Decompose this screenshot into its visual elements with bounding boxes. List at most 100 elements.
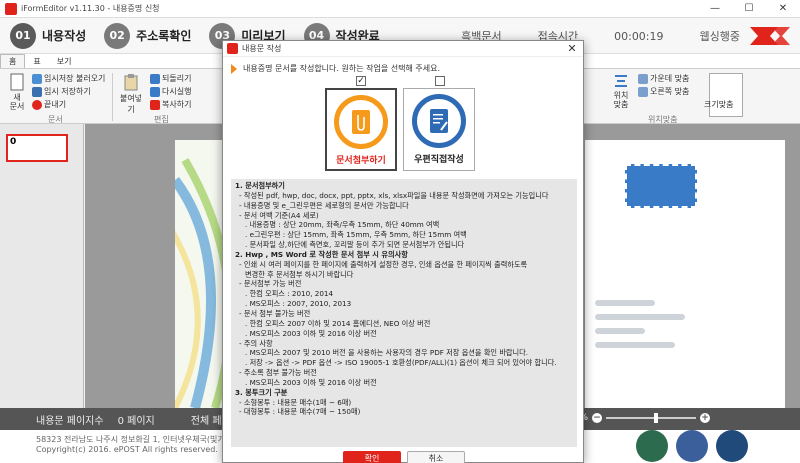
dialog-prompt: 내용증명 문서를 작성합니다. 원하는 작업을 선택해 주세요. [231, 63, 440, 74]
instruction-line: - 내용증명 및 e_그린우편은 세로형의 문서만 가능합니다 [239, 200, 409, 210]
window-controls: — ☐ ✕ [698, 0, 800, 18]
folder-icon [32, 73, 42, 84]
instruction-line: - 인쇄 시 여러 페이지를 한 페이지에 출력하게 설정한 경우, 인쇄 옵션… [239, 259, 528, 269]
tab-table[interactable]: 표 [25, 55, 48, 68]
zoom-out-icon[interactable]: − [592, 413, 602, 423]
new-document-icon [10, 73, 24, 91]
align-right-button[interactable]: 오른쪽 맞춤 [638, 86, 689, 97]
window-title: iFormEditor v1.11.30 - 내용증명 신청 [21, 4, 160, 13]
direct-write-checkbox[interactable] [435, 76, 445, 86]
instruction-line: - 주의 사항 [239, 338, 273, 348]
thumbnail-pane: 0 [0, 124, 84, 408]
instruction-line: . 한컴 오피스 : 2010, 2014 [245, 289, 334, 299]
cancel-button[interactable]: 취소 [407, 451, 465, 463]
align-icon [615, 75, 627, 87]
redo-button[interactable]: 다시실행 [150, 86, 191, 97]
align-label: 위치 맞춤 [613, 91, 629, 109]
instruction-line: 변경한 후 문서첨부 하시기 바랍니다 [245, 269, 354, 279]
save-temp-label: 임시 저장하기 [44, 87, 91, 96]
undo-button[interactable]: 되돌리기 [150, 73, 191, 84]
instruction-line: . MS오피스 2003 이하 및 2016 이상 버전 [245, 377, 377, 387]
copy-icon [150, 99, 160, 110]
instruction-line: . 문서파일 상,하단에 측면호, 꼬리말 등이 추가 되면 문서첨부가 안됩니… [245, 240, 465, 250]
ok-button[interactable]: 확인 [343, 451, 401, 463]
pen-document-icon [430, 109, 448, 133]
attach-checkbox[interactable]: ✓ [356, 76, 366, 86]
exit-icon [32, 99, 42, 110]
minimize-button[interactable]: — [698, 0, 732, 18]
instruction-line: - 소형봉투 : 내용문 매수(1매 ~ 6매) [239, 397, 352, 407]
session-timer: 00:00:19 [614, 29, 664, 43]
fit-size-label: 크기맞춤 [704, 100, 734, 109]
zoom-slider-thumb[interactable] [654, 413, 658, 423]
instruction-line: . 저장 -> 옵션 -> PDF 옵션 -> ISO 19005-1 호환성(… [245, 358, 557, 368]
zoom-control: 0% − + [574, 413, 710, 423]
fit-size-button[interactable] [709, 73, 743, 117]
instruction-line: - 대형봉투 : 내용문 매수(7매 ~ 150매) [239, 407, 361, 417]
instruction-line: . MS오피스 : 2007, 2010, 2013 [245, 299, 352, 309]
step-2[interactable]: 02 주소록확인 [104, 22, 191, 49]
zoom-in-icon[interactable]: + [700, 413, 710, 423]
direct-write-option[interactable]: 우편직접작성 [403, 88, 475, 171]
compose-dialog: 내용문 작성 ✕ 내용증명 문서를 작성합니다. 원하는 작업을 선택해 주세요… [222, 40, 584, 463]
footer-address: 58323 전라남도 나주시 정보화길 1, 인터넷우체국(빛가람동) [36, 435, 243, 444]
blurred-text [595, 328, 645, 334]
dialog-close-button[interactable]: ✕ [565, 42, 579, 56]
undo-icon [150, 73, 160, 84]
instruction-line: 1. 문서첨부하기 [235, 181, 285, 190]
instruction-line: 3. 봉투크기 구분 [235, 387, 288, 397]
save-icon [32, 86, 42, 97]
certification-badge-icon [716, 430, 748, 462]
instruction-line: - 작성된 pdf, hwp, doc, docx, ppt, pptx, xl… [239, 190, 549, 200]
window-titlebar: iFormEditor v1.11.30 - 내용증명 신청 — ☐ ✕ [0, 0, 800, 18]
align-center-button[interactable]: 가운데 맞춤 [638, 73, 689, 84]
copy-button[interactable]: 복사하기 [150, 99, 191, 110]
instruction-line: . MS오피스 2003 이하 및 2016 이상 버전 [245, 328, 377, 338]
maximize-button[interactable]: ☐ [732, 0, 766, 18]
load-temp-button[interactable]: 임시저장 불러오기 [32, 73, 105, 84]
instruction-line: - 문서첨부 가능 버전 [239, 279, 302, 289]
tab-view[interactable]: 보기 [49, 55, 80, 68]
close-button[interactable]: ✕ [766, 0, 800, 18]
paste-label: 붙여넣기 [119, 94, 143, 114]
attach-document-label: 문서첨부하기 [336, 156, 386, 166]
exit-label: 끝내기 [44, 100, 67, 109]
footer-copyright: Copyright(c) 2016. ePOST All rights rese… [36, 445, 218, 454]
exit-button[interactable]: 끝내기 [32, 99, 66, 110]
instruction-line: 2. Hwp , MS Word 로 작성한 문서 첨부 시 유의사항 [235, 249, 408, 259]
zoom-slider[interactable] [606, 413, 696, 423]
align-button[interactable]: 위치 맞춤 [610, 73, 632, 109]
instruction-line: . 한컴 오피스 2007 이하 및 2014 홈에디션, NEO 이상 버전 [245, 318, 431, 328]
blurred-text [595, 300, 655, 306]
paperclip-document-icon [352, 110, 370, 134]
page-count-value: 0 페이지 [117, 415, 155, 427]
undo-label: 되돌리기 [162, 74, 192, 83]
dialog-title: 내용문 작성 [242, 44, 282, 53]
instructions-panel: 1. 문서첨부하기 - 작성된 pdf, hwp, doc, docx, ppt,… [231, 179, 577, 447]
postage-stamp-icon [625, 164, 697, 208]
direct-write-icon [412, 94, 466, 148]
step-1[interactable]: 01 내용작성 [10, 22, 86, 49]
certification-badge-icon [636, 430, 668, 462]
instruction-line: . MS오피스 2007 및 2010 버전 을 사용하는 사용자의 경우 PD… [245, 348, 529, 358]
attach-document-icon [334, 95, 388, 149]
copy-label: 복사하기 [162, 100, 192, 109]
page-thumbnail[interactable]: 0 [6, 134, 68, 162]
direct-write-label: 우편직접작성 [414, 155, 464, 165]
app-logo-icon [5, 2, 17, 15]
new-document-button[interactable]: 새 문서 [6, 73, 28, 111]
new-document-label: 새 문서 [9, 93, 25, 111]
certification-badge-icon [676, 430, 708, 462]
instruction-line: - 문서 여백 기준(A4 세로) [239, 210, 319, 220]
paste-button[interactable]: 붙여넣기 [118, 73, 144, 115]
user-status: 웹싱행중 [699, 30, 740, 43]
attach-document-option[interactable]: 문서첨부하기 [325, 88, 397, 171]
align-right-label: 오른쪽 맞춤 [650, 87, 690, 96]
paste-icon [124, 74, 138, 91]
tab-home[interactable]: 홈 [0, 54, 26, 68]
align-right-icon [638, 86, 648, 97]
save-temp-button[interactable]: 임시 저장하기 [32, 86, 91, 97]
page-count-label: 내용문 페이지수 [36, 415, 104, 427]
blurred-text [595, 342, 675, 348]
blurred-text [595, 314, 685, 320]
